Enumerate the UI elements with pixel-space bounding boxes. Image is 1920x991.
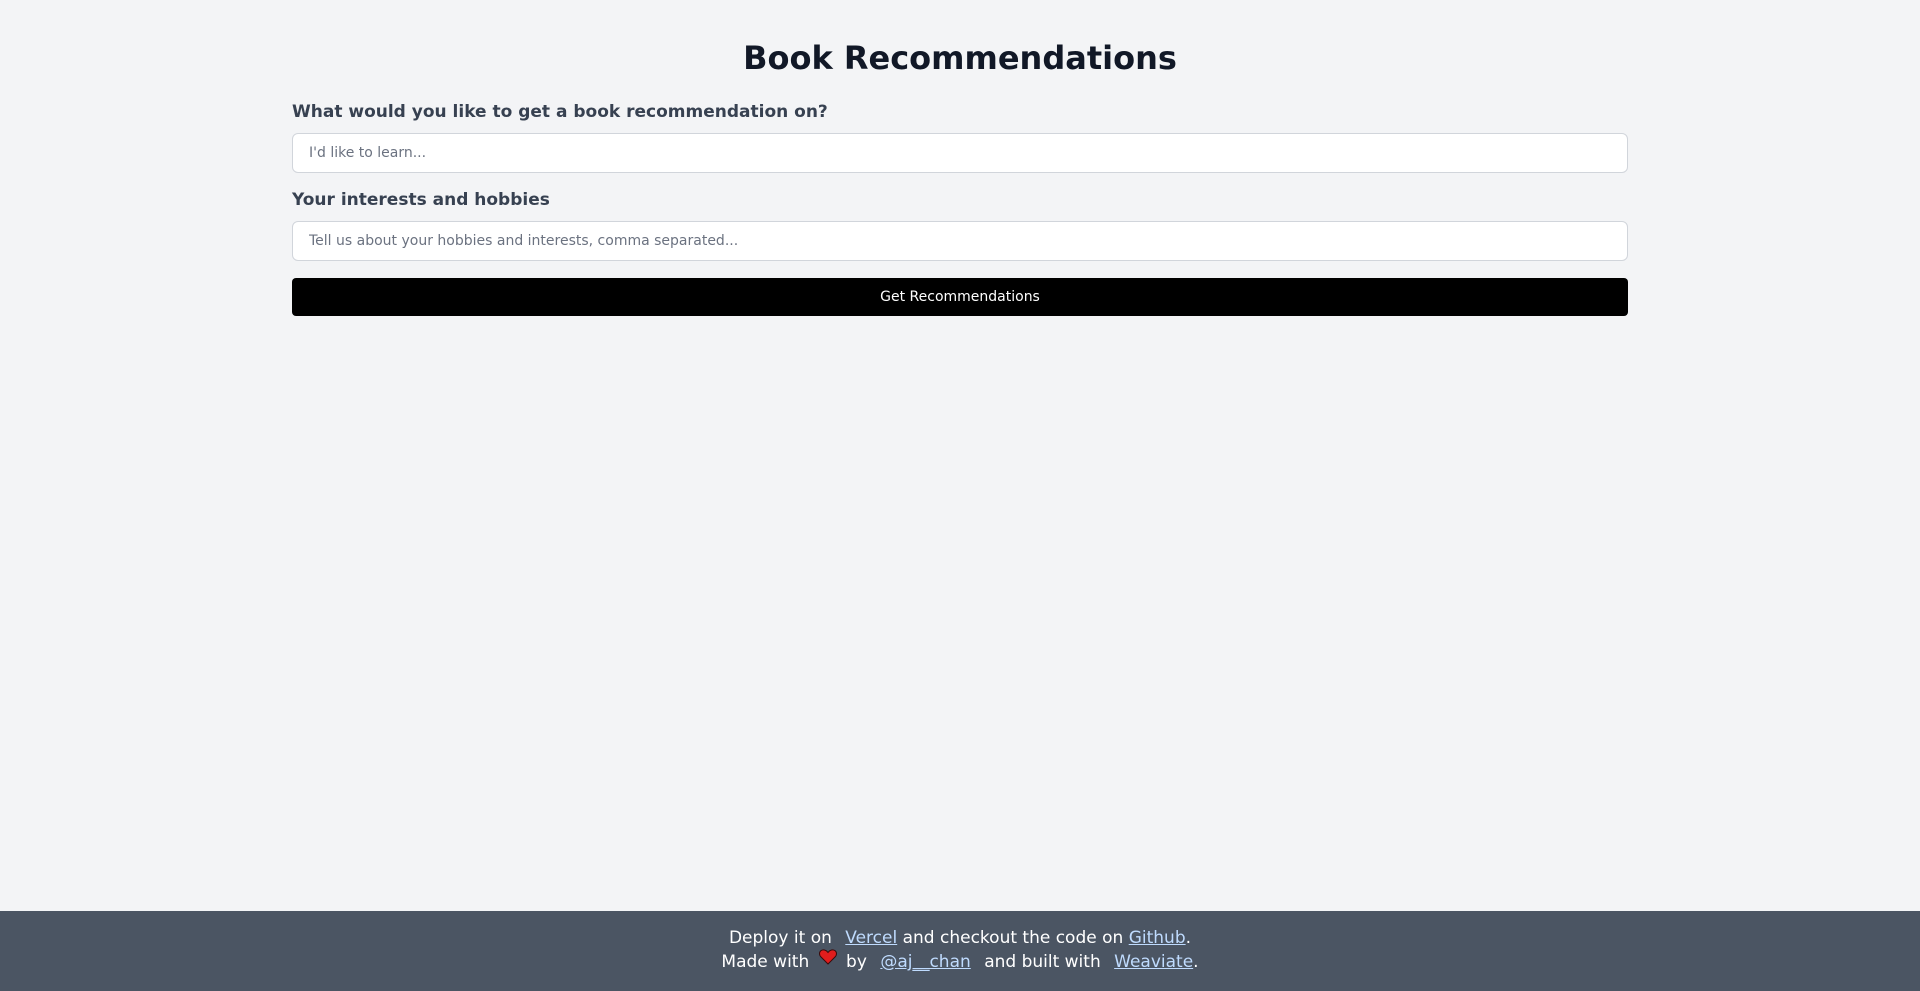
footer-period: .	[1185, 928, 1192, 948]
footer-deploy-line: Deploy it on Vercel and checkout the cod…	[0, 926, 1920, 950]
page: Book Recommendations What would you like…	[0, 0, 1920, 991]
page-title: Book Recommendations	[743, 39, 1177, 77]
main-content: Book Recommendations What would you like…	[292, 0, 1628, 316]
footer-deploy-text: Deploy it on	[728, 928, 832, 948]
footer-built-with-text: and built with	[984, 952, 1101, 972]
weaviate-link[interactable]: Weaviate	[1114, 952, 1193, 972]
footer-period-2: .	[1193, 952, 1199, 972]
footer-made-with-text: Made with	[721, 952, 810, 972]
topic-input[interactable]	[292, 133, 1628, 173]
footer-checkout-text: and checkout the code on	[902, 928, 1124, 948]
interests-input[interactable]	[292, 221, 1628, 261]
heart-icon	[818, 948, 837, 972]
footer: Deploy it on Vercel and checkout the cod…	[0, 911, 1920, 991]
footer-by-text: by	[846, 952, 867, 972]
topic-label: What would you like to get a book recomm…	[292, 102, 828, 122]
interests-label: Your interests and hobbies	[292, 190, 550, 210]
github-link[interactable]: Github	[1129, 928, 1186, 948]
footer-credits-line: Made with by @aj__chan and built with We…	[0, 948, 1920, 974]
vercel-link[interactable]: Vercel	[845, 928, 897, 948]
get-recommendations-button[interactable]: Get Recommendations	[292, 278, 1628, 316]
author-link[interactable]: @aj__chan	[880, 952, 970, 972]
